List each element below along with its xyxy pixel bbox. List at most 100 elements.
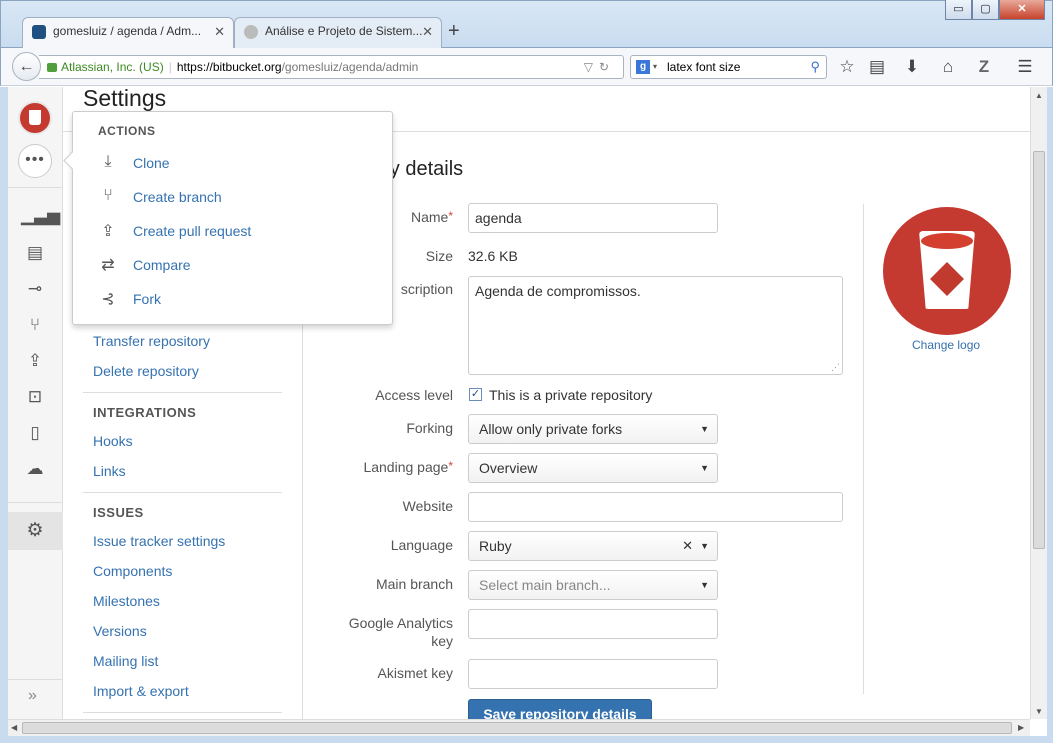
divider [8,187,63,188]
expand-sidebar-icon[interactable]: » [28,687,37,705]
create-pull-request-menu-item[interactable]: ⇪ Create pull request [73,216,392,246]
branches-icon[interactable]: ⑂ [21,313,49,337]
scroll-left-icon[interactable]: ◀ [11,723,17,732]
issues-icon[interactable]: ⊡ [21,385,49,409]
forking-value: Allow only private forks [479,421,623,437]
fork-icon: ⊰ [101,291,115,308]
description-text: Agenda de compromissos. [475,283,641,299]
gear-icon[interactable]: ⚙ [21,519,49,543]
close-tab-icon[interactable]: ✕ [214,24,225,40]
reading-list-icon[interactable]: ▤ [867,57,887,77]
repository-logo[interactable] [883,207,1011,335]
scroll-up-icon[interactable]: ▲ [1035,91,1043,100]
akismet-label: Akismet key [377,665,453,681]
description-textarea[interactable]: Agenda de compromissos. ⋰ [468,276,843,375]
more-actions-button[interactable]: ••• [18,144,52,178]
zotero-icon[interactable]: Z [974,57,994,77]
window-frame-left [0,87,8,737]
download-icon[interactable]: ⬇ [902,57,922,77]
close-tab-icon[interactable]: ✕ [422,24,433,40]
issue-tracker-settings-link[interactable]: Issue tracker settings [93,533,225,549]
tab-title: gomesluiz / agenda / Adm... [53,24,202,38]
vertical-scrollbar[interactable]: ▲ ▼ [1030,87,1047,719]
create-pull-request-label: Create pull request [133,223,252,239]
source-icon[interactable]: ▤ [21,241,49,265]
size-label: Size [425,248,453,264]
browser-tab[interactable]: Análise e Projeto de Sistem... ✕ [234,17,442,48]
search-icon[interactable]: ⚲ [810,56,820,78]
akismet-input[interactable] [468,659,718,689]
versions-link[interactable]: Versions [93,623,147,639]
overview-icon[interactable]: ▁▃▅ [21,204,60,228]
search-text[interactable]: latex font size [667,60,740,74]
scroll-down-icon[interactable]: ▼ [1035,707,1043,716]
new-tab-button[interactable]: + [448,20,460,43]
close-window-button[interactable]: ✕ [999,0,1045,20]
google-icon[interactable]: g [636,60,650,74]
back-button[interactable]: ← [12,52,41,81]
language-label: Language [390,537,453,553]
landing-page-select[interactable]: Overview ▼ [468,453,718,483]
actions-dropdown: ACTIONS ⤓ Clone ⑂ Create branch ⇪ Create… [72,111,393,325]
wiki-icon[interactable]: ▯ [21,421,49,445]
dropdown-arrow-icon[interactable]: ▽ [584,60,599,74]
bucket-top [921,233,973,249]
delete-repository-link[interactable]: Delete repository [93,363,199,379]
compare-menu-item[interactable]: ⇄ Compare [73,250,392,280]
components-link[interactable]: Components [93,563,172,579]
name-input[interactable]: agenda [468,203,718,233]
horizontal-scroll-thumb[interactable] [22,722,1012,734]
mailing-list-link[interactable]: Mailing list [93,653,158,669]
resize-handle-icon[interactable]: ⋰ [831,362,840,373]
pull-requests-icon[interactable]: ⇪ [21,349,49,373]
maximize-button[interactable]: ▢ [972,0,999,20]
scroll-right-icon[interactable]: ▶ [1018,723,1024,732]
website-input[interactable] [468,492,843,522]
minimize-button[interactable]: ▭ [945,0,972,20]
home-icon[interactable]: ⌂ [938,57,958,77]
actions-heading: ACTIONS [98,124,156,138]
main-branch-select[interactable]: Select main branch... ▼ [468,570,718,600]
reload-icon[interactable]: ↻ [599,60,615,74]
commits-icon[interactable]: ⊸ [21,277,49,301]
lock-icon [47,63,57,72]
bitbucket-favicon-icon [32,25,46,39]
create-branch-menu-item[interactable]: ⑂ Create branch [73,182,392,212]
milestones-link[interactable]: Milestones [93,593,160,609]
downloads-icon[interactable]: ☁ [21,457,49,481]
clone-menu-item[interactable]: ⤓ Clone [73,148,392,178]
vertical-scroll-thumb[interactable] [1033,151,1045,549]
fork-label: Fork [133,291,161,307]
star-icon[interactable]: ☆ [837,57,857,77]
forking-select[interactable]: Allow only private forks ▼ [468,414,718,444]
import-export-link[interactable]: Import & export [93,683,189,699]
private-repo-checkbox[interactable]: ✓ [469,388,482,401]
search-bar[interactable]: g ▾ latex font size ⚲ [630,55,827,79]
horizontal-scrollbar[interactable]: ◀ ▶ [8,719,1030,736]
site-identity[interactable]: Atlassian, Inc. (US) [61,60,164,74]
landing-page-value: Overview [479,460,538,476]
description-label: scription [400,281,453,297]
divider [83,712,282,713]
repo-avatar[interactable] [18,101,52,135]
search-engine-dropdown-icon[interactable]: ▾ [653,56,657,78]
language-select[interactable]: Ruby ✕ ▼ [468,531,718,561]
clear-icon[interactable]: ✕ [682,532,693,560]
links-link[interactable]: Links [93,463,126,479]
hooks-link[interactable]: Hooks [93,433,133,449]
private-repo-label[interactable]: This is a private repository [489,387,652,403]
download-icon: ⤓ [104,153,112,170]
change-logo-link[interactable]: Change logo [912,338,980,352]
website-label: Website [402,498,453,514]
google-analytics-input[interactable] [468,609,718,639]
google-analytics-label-key: key [431,633,453,649]
chevron-down-icon: ▼ [700,541,709,551]
address-bar[interactable]: Atlassian, Inc. (US) | https://bitbucket.o… [39,55,624,79]
access-level-label: Access level [375,387,453,403]
save-repository-details-button[interactable]: Save repository details [468,699,652,719]
menu-icon[interactable]: ☰ [1015,57,1035,77]
transfer-repository-link[interactable]: Transfer repository [93,333,210,349]
create-branch-label: Create branch [133,189,222,205]
browser-tab-active[interactable]: gomesluiz / agenda / Adm... ✕ [22,17,234,48]
fork-menu-item[interactable]: ⊰ Fork [73,284,392,314]
